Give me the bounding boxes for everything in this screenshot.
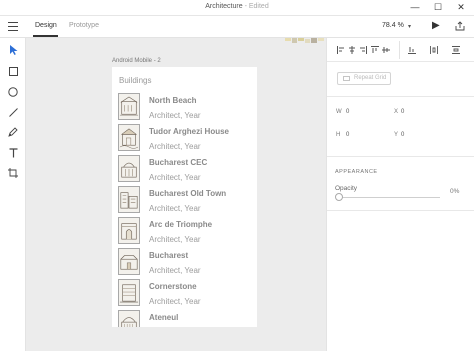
building-thumbnail-image bbox=[118, 186, 140, 213]
ellipse-tool-icon[interactable] bbox=[6, 85, 20, 99]
width-field[interactable]: 0 bbox=[346, 109, 349, 115]
pen-tool-icon[interactable] bbox=[6, 125, 20, 139]
repeat-grid-button[interactable]: Repeat Grid bbox=[337, 72, 391, 85]
item-name: Ateneul bbox=[149, 313, 179, 322]
building-thumbnail-image bbox=[118, 310, 140, 327]
item-subtitle: Architect, Year bbox=[149, 111, 201, 120]
align-top-icon[interactable] bbox=[371, 46, 379, 54]
item-name: Tudor Arghezi House bbox=[149, 127, 229, 136]
artboard-label[interactable]: Android Mobile - 2 bbox=[112, 58, 161, 64]
item-name: Bucharest CEC bbox=[149, 158, 208, 167]
tool-palette bbox=[0, 38, 26, 351]
appearance-section-header: APPEARANCE bbox=[335, 169, 378, 175]
property-inspector: Repeat Grid W 0 X 0 H 0 Y 0 APPEARANCE O… bbox=[326, 38, 474, 351]
repeat-grid-icon bbox=[343, 76, 350, 81]
x-field[interactable]: 0 bbox=[401, 109, 404, 115]
window-title: Architecture - Edited bbox=[0, 3, 474, 10]
list-item[interactable]: Bucharest CEC Architect, Year bbox=[118, 155, 253, 186]
maximize-button[interactable]: ☐ bbox=[427, 1, 449, 14]
item-subtitle: Architect, Year bbox=[149, 142, 201, 151]
text-tool-icon[interactable] bbox=[6, 146, 20, 160]
y-field[interactable]: 0 bbox=[401, 132, 404, 138]
share-icon[interactable] bbox=[455, 21, 465, 31]
opacity-label: Opacity bbox=[335, 185, 358, 192]
edited-status: Edited bbox=[248, 3, 269, 10]
building-thumbnail-image bbox=[118, 155, 140, 182]
select-tool-icon[interactable] bbox=[6, 43, 20, 57]
list-item[interactable]: Bucharest Old Town Architect, Year bbox=[118, 186, 253, 217]
artboard-tool-icon[interactable] bbox=[6, 166, 20, 180]
minimize-button[interactable]: — bbox=[404, 1, 426, 14]
y-label: Y bbox=[394, 132, 399, 138]
x-label: X bbox=[394, 109, 399, 115]
align-center-icon[interactable] bbox=[348, 46, 356, 54]
app-title: Architecture bbox=[205, 3, 243, 10]
active-tab-indicator bbox=[33, 35, 58, 37]
title-bar: Architecture - Edited — ☐ ✕ bbox=[0, 0, 474, 16]
item-subtitle: Architect, Year bbox=[149, 266, 201, 275]
building-thumbnail-image bbox=[118, 124, 140, 151]
repeat-grid-label: Repeat Grid bbox=[354, 75, 387, 81]
item-name: Arc de Triomphe bbox=[149, 220, 213, 229]
align-left-icon[interactable] bbox=[337, 46, 345, 54]
distribute-horizontal-icon[interactable] bbox=[430, 46, 438, 54]
list-item[interactable]: Ateneul bbox=[118, 310, 253, 327]
item-subtitle: Architect, Year bbox=[149, 297, 201, 306]
line-tool-icon[interactable] bbox=[6, 105, 20, 119]
list-title: Buildings bbox=[119, 76, 152, 85]
close-button[interactable]: ✕ bbox=[450, 1, 472, 14]
height-field[interactable]: 0 bbox=[346, 132, 349, 138]
list-item[interactable]: Tudor Arghezi House Architect, Year bbox=[118, 124, 253, 155]
zoom-level[interactable]: 78.4 % bbox=[382, 22, 404, 29]
width-label: W bbox=[336, 109, 342, 115]
toolbar-divider bbox=[399, 41, 400, 59]
canvas-swatch-strip bbox=[285, 38, 324, 43]
list-item[interactable]: Arc de Triomphe Architect, Year bbox=[118, 217, 253, 248]
chevron-down-icon[interactable]: ▾ bbox=[408, 23, 411, 30]
artboard[interactable]: Buildings North Beach Architect, Year Tu… bbox=[112, 67, 257, 327]
opacity-slider-track[interactable] bbox=[338, 197, 440, 198]
item-subtitle: Architect, Year bbox=[149, 235, 201, 244]
rectangle-tool-icon[interactable] bbox=[6, 64, 20, 78]
building-thumbnail-image bbox=[118, 217, 140, 244]
section-divider bbox=[327, 96, 474, 97]
section-divider bbox=[327, 210, 474, 211]
item-name: Bucharest Old Town bbox=[149, 189, 227, 198]
building-thumbnail-image bbox=[118, 279, 140, 306]
height-label: H bbox=[336, 132, 341, 138]
alignment-toolbar bbox=[327, 38, 474, 62]
item-name: North Beach bbox=[149, 96, 197, 105]
play-icon[interactable]: ▶ bbox=[432, 20, 440, 31]
hamburger-menu-icon[interactable] bbox=[8, 22, 18, 32]
tab-prototype[interactable]: Prototype bbox=[69, 22, 99, 29]
building-thumbnail-image bbox=[118, 93, 140, 120]
align-middle-icon[interactable] bbox=[382, 46, 390, 54]
item-name: Cornerstone bbox=[149, 282, 197, 291]
building-thumbnail-image bbox=[118, 248, 140, 275]
list-item[interactable]: Bucharest Architect, Year bbox=[118, 248, 253, 279]
align-right-icon[interactable] bbox=[359, 46, 367, 54]
distribute-vertical-icon[interactable] bbox=[452, 46, 460, 54]
opacity-slider-handle[interactable] bbox=[335, 193, 343, 201]
opacity-value[interactable]: 0% bbox=[450, 188, 459, 195]
list-item[interactable]: North Beach Architect, Year bbox=[118, 93, 253, 124]
top-toolbar: Design Prototype 78.4 % ▾ ▶ bbox=[0, 16, 474, 38]
tab-design[interactable]: Design bbox=[35, 22, 57, 29]
align-bottom-icon[interactable] bbox=[408, 46, 416, 54]
design-canvas[interactable]: Android Mobile - 2 Buildings North Beach… bbox=[26, 38, 326, 351]
item-subtitle: Architect, Year bbox=[149, 204, 201, 213]
section-divider bbox=[327, 156, 474, 157]
item-subtitle: Architect, Year bbox=[149, 173, 201, 182]
list-item[interactable]: Cornerstone Architect, Year bbox=[118, 279, 253, 310]
item-name: Bucharest bbox=[149, 251, 189, 260]
